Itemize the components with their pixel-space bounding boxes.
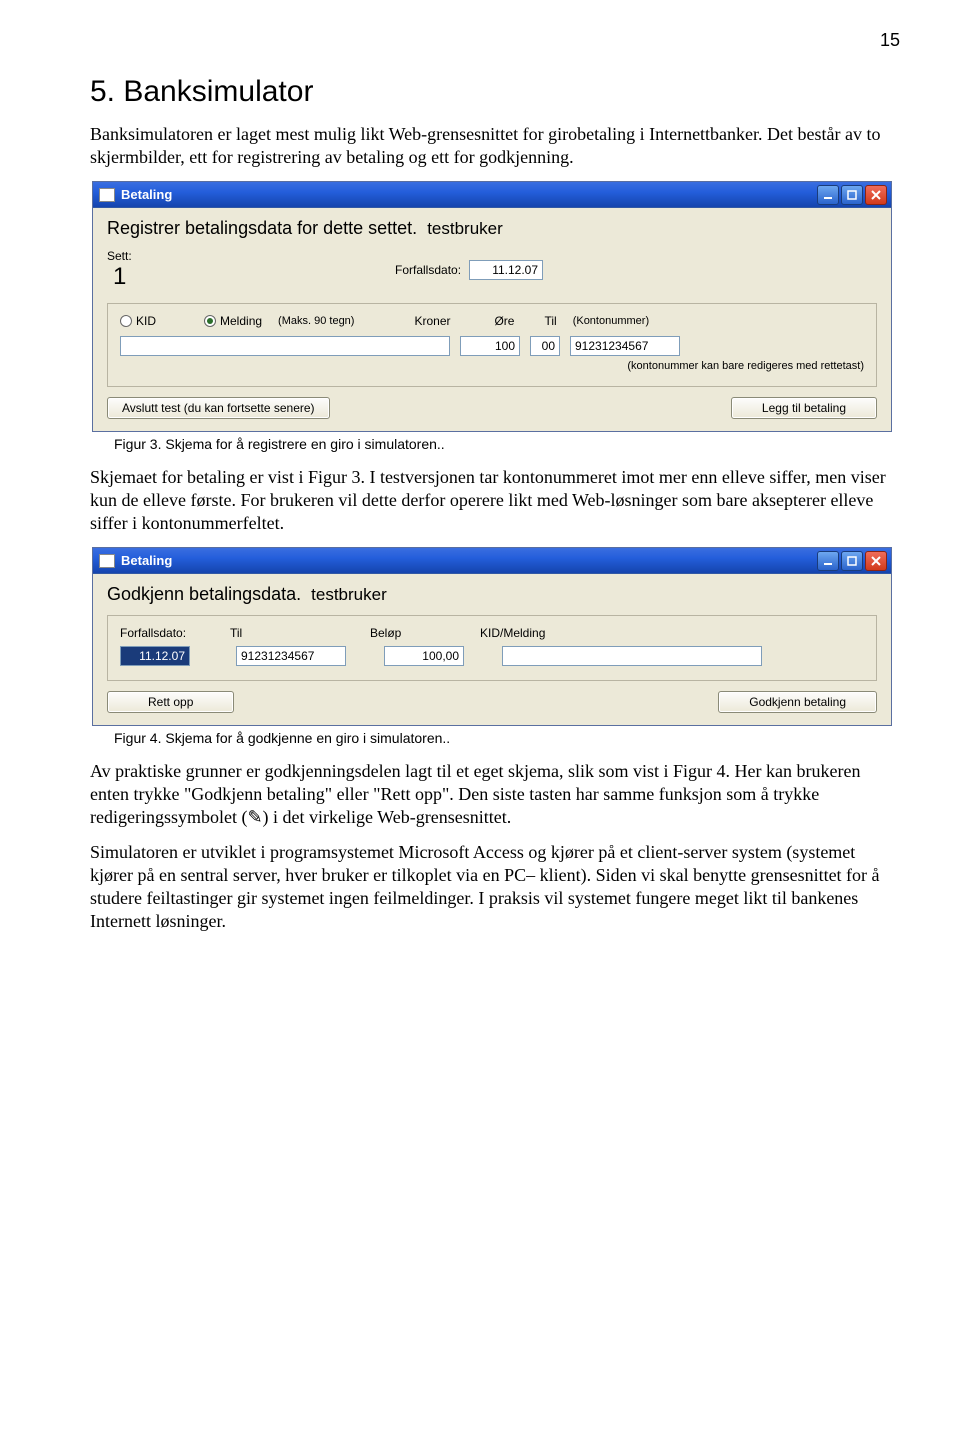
window-title: Betaling <box>121 187 817 202</box>
window-title-2: Betaling <box>121 553 817 568</box>
konto-note: (Kontonummer) <box>573 315 649 327</box>
kidmelding-label: KID/Melding <box>480 626 680 640</box>
username: testbruker <box>427 219 503 239</box>
avslutt-button[interactable]: Avslutt test (du kan fortsette senere) <box>107 397 330 419</box>
ore-input[interactable]: 00 <box>530 336 560 356</box>
kid-label: KID <box>136 314 156 328</box>
maks-note: (Maks. 90 tegn) <box>278 315 354 327</box>
konto-edit-note: (kontonummer kan bare redigeres med rett… <box>627 360 864 372</box>
melding-input[interactable] <box>120 336 450 356</box>
maximize-button[interactable] <box>841 551 863 571</box>
kid-radio[interactable]: KID <box>120 314 156 328</box>
forfall-label-2: Forfallsdato: <box>120 626 220 640</box>
kidmelding-input[interactable] <box>502 646 762 666</box>
close-button[interactable] <box>865 185 887 205</box>
titlebar: Betaling <box>93 182 891 208</box>
window-approve: Betaling Godkjenn betalingsdata. testbru… <box>92 547 892 726</box>
sett-value: 1 <box>113 263 387 291</box>
app-icon <box>99 554 115 568</box>
figure-3-caption: Figur 3. Skjema for å registrere en giro… <box>114 436 900 452</box>
form-heading-2: Godkjenn betalingsdata. <box>107 584 301 605</box>
godkjenn-button[interactable]: Godkjenn betaling <box>718 691 877 713</box>
window-buttons <box>817 551 887 571</box>
paragraph-1: Banksimulatoren er laget mest mulig likt… <box>90 123 900 169</box>
sett-label: Sett: <box>107 249 387 263</box>
approve-panel: Forfallsdato: Til Beløp KID/Melding 11.1… <box>107 615 877 681</box>
minimize-button[interactable] <box>817 185 839 205</box>
username-2: testbruker <box>311 585 387 605</box>
minimize-button[interactable] <box>817 551 839 571</box>
figure-4-caption: Figur 4. Skjema for å godkjenne en giro … <box>114 730 900 746</box>
paragraph-3: Av praktiske grunner er godkjenningsdele… <box>90 760 900 829</box>
belop-input[interactable]: 100,00 <box>384 646 464 666</box>
titlebar-2: Betaling <box>93 548 891 574</box>
form-heading: Registrer betalingsdata for dette settet… <box>107 218 417 239</box>
konto-input[interactable]: 91231234567 <box>570 336 680 356</box>
window-register: Betaling Registrer betalingsdata for det… <box>92 181 892 432</box>
til-label-2: Til <box>230 626 360 640</box>
window-buttons <box>817 185 887 205</box>
forfall-label: Forfallsdato: <box>395 263 461 277</box>
forfall-input-2[interactable]: 11.12.07 <box>120 646 190 666</box>
legg-til-button[interactable]: Legg til betaling <box>731 397 877 419</box>
belop-label: Beløp <box>370 626 470 640</box>
close-button[interactable] <box>865 551 887 571</box>
til-label: Til <box>544 314 556 328</box>
ore-label: Øre <box>494 314 534 328</box>
paragraph-2: Skjemaet for betaling er vist i Figur 3.… <box>90 466 900 535</box>
melding-label: Melding <box>220 314 262 328</box>
melding-radio[interactable]: Melding <box>204 314 262 328</box>
maximize-button[interactable] <box>841 185 863 205</box>
til-input[interactable]: 91231234567 <box>236 646 346 666</box>
payment-panel: KID Melding (Maks. 90 tegn) Kroner Øre T… <box>107 303 877 387</box>
kroner-label: Kroner <box>414 314 484 328</box>
app-icon <box>99 188 115 202</box>
page-number: 15 <box>90 30 900 51</box>
kroner-input[interactable]: 100 <box>460 336 520 356</box>
forfall-input[interactable]: 11.12.07 <box>469 260 543 280</box>
section-heading: 5. Banksimulator <box>90 75 900 109</box>
paragraph-4: Simulatoren er utviklet i programsysteme… <box>90 841 900 933</box>
rett-opp-button[interactable]: Rett opp <box>107 691 234 713</box>
